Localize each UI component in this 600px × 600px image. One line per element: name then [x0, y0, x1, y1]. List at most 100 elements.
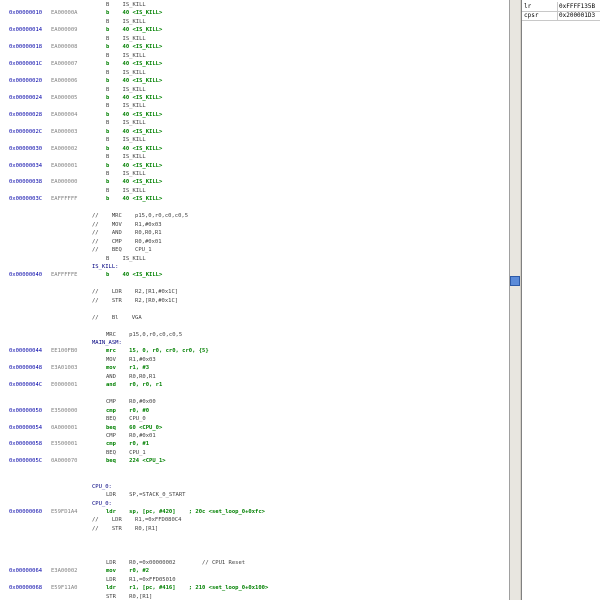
disassembly-line[interactable]: 0x00000044 EE100FB0 mrc 15, 0, r0, cr0, cr… [0, 347, 509, 356]
disassembly-view[interactable]: B IS_KILL 0x00000010 EA00000A b 40 <IS_KILL… [0, 0, 509, 600]
disassembly-line[interactable]: LDR R0,=0x00000002 // CPU1 Reset [0, 559, 509, 568]
disassembly-line[interactable]: CMP R0,#0x01 [0, 432, 509, 441]
code-text: ldr r1, [pc, #416] ; 210 <set_loop_0+0x1… [106, 585, 269, 592]
disassembly-line[interactable]: 0x0000003C EAFFFFFF b 40 <IS_KILL> [0, 195, 509, 204]
disassembly-line[interactable]: // Bl VGA [0, 314, 509, 323]
disassembly-line[interactable]: B IS_KILL [0, 35, 509, 44]
disassembly-line[interactable]: B IS_KILL [0, 119, 509, 128]
disassembly-line[interactable]: // STR R0,[R1] [0, 525, 509, 534]
line-opcode: EA000001 [51, 162, 78, 169]
line-address: 0x00000024 [9, 94, 43, 101]
register-panel: lr 0xFFFF135B cpsr 0x200001D3 [521, 0, 600, 600]
code-text: CMP R0,#0x01 [106, 432, 156, 439]
disassembly-line[interactable]: 0x00000038 EA000000 b 40 <IS_KILL> [0, 178, 509, 187]
disassembly-line[interactable]: 0x00000028 EA000004 b 40 <IS_KILL> [0, 111, 509, 120]
line-address: 0x00000048 [9, 365, 43, 372]
code-text: cmp r0, #1 [106, 441, 150, 448]
disassembly-line[interactable]: 0x00000024 EA000005 b 40 <IS_KILL> [0, 94, 509, 103]
disassembly-line[interactable]: 0x0000005C 0A000070 beq 224 <CPU_1> [0, 457, 509, 466]
disassembly-line[interactable]: LDR SP,=STACK_0_START [0, 491, 509, 500]
disassembly-line[interactable]: IS_KILL: [0, 263, 509, 272]
disassembly-line[interactable]: B IS_KILL [0, 153, 509, 162]
line-address: 0x0000002C [9, 128, 43, 135]
code-text: b 40 <IS_KILL> [106, 94, 163, 101]
disassembly-line[interactable]: B IS_KILL [0, 102, 509, 111]
disassembly-line[interactable]: 0x0000004C E0000001 and r0, r0, r1 [0, 381, 509, 390]
disassembly-line[interactable]: 0x00000010 EA00000A b 40 <IS_KILL> [0, 9, 509, 18]
disassembly-line[interactable]: 0x00000030 EA000002 b 40 <IS_KILL> [0, 145, 509, 154]
disassembly-line[interactable]: 0x00000058 E3500001 cmp r0, #1 [0, 440, 509, 449]
line-opcode: EA000005 [51, 94, 78, 101]
line-opcode: E0000001 [51, 382, 78, 389]
disassembly-line[interactable]: B IS_KILL [0, 255, 509, 264]
disassembly-line[interactable]: BEQ CPU_0 [0, 415, 509, 424]
disassembly-line[interactable]: // LDR R1,=0xFFD080C4 [0, 516, 509, 525]
code-text: B IS_KILL [106, 171, 146, 177]
line-opcode: E3500000 [51, 407, 78, 414]
disassembly-line[interactable]: AND R0,R0,R1 [0, 373, 509, 382]
line-address: 0x00000038 [9, 179, 43, 186]
line-opcode: E3A00002 [51, 568, 78, 575]
code-label: CPU_0: [92, 483, 112, 490]
disassembly-line[interactable]: 0x00000014 EA000009 b 40 <IS_KILL> [0, 26, 509, 35]
line-address: 0x00000028 [9, 111, 43, 118]
line-address: 0x00000044 [9, 348, 43, 355]
disassembly-line[interactable]: B IS_KILL [0, 86, 509, 95]
register-row: lr 0xFFFF135B [522, 2, 600, 11]
line-address: 0x00000034 [9, 162, 43, 169]
disassembly-line[interactable]: 0x00000064 E3A00002 mov r0, #2 [0, 567, 509, 576]
disassembly-line[interactable]: B IS_KILL [0, 18, 509, 27]
disassembly-line[interactable]: CMP R0,#0x00 [0, 398, 509, 407]
code-text: b 40 <IS_KILL> [106, 272, 163, 279]
disassembly-line[interactable]: 0x00000034 EA000001 b 40 <IS_KILL> [0, 162, 509, 171]
disassembly-line[interactable]: B IS_KILL [0, 69, 509, 78]
disassembly-line[interactable]: B IS_KILL [0, 1, 509, 10]
disassembly-line[interactable]: // MRC p15,0,r0,c0,c0,5 [0, 212, 509, 221]
code-text: B IS_KILL [106, 86, 146, 93]
disassembly-line[interactable]: 0x00000040 EAFFFFFE b 40 <IS_KILL> [0, 271, 509, 280]
code-text: b 40 <IS_KILL> [106, 162, 163, 169]
disassembly-line[interactable]: // LDR R2,[R1,#0x1C] [0, 288, 509, 297]
code-text: B IS_KILL [106, 154, 146, 161]
disassembly-line[interactable]: B IS_KILL [0, 170, 509, 179]
disassembly-line[interactable]: 0x00000018 EA000008 b 40 <IS_KILL> [0, 43, 509, 52]
vertical-scrollbar[interactable] [509, 0, 520, 600]
code-text: b 40 <IS_KILL> [106, 111, 163, 118]
disassembly-line[interactable]: MAIN_ASM: [0, 339, 509, 348]
disassembly-line[interactable]: 0x00000054 0A000001 beq 60 <CPU_0> [0, 424, 509, 433]
code-text: B IS_KILL [106, 120, 146, 127]
disassembly-line[interactable]: // AND R0,R0,R1 [0, 229, 509, 238]
disassembly-line[interactable]: // CMP R0,#0x01 [0, 238, 509, 247]
code-text: b 40 <IS_KILL> [106, 27, 163, 34]
line-opcode: EA00000A [51, 10, 78, 17]
disassembly-line[interactable]: 0x00000060 E59FD1A4 ldr sp, [pc, #420] ; 2… [0, 508, 509, 517]
disassembly-line[interactable]: STR R0,[R1] [0, 593, 509, 600]
disassembly-line[interactable]: B IS_KILL [0, 136, 509, 145]
disassembly-line[interactable]: B IS_KILL [0, 52, 509, 61]
code-text: b 40 <IS_KILL> [106, 44, 163, 51]
disassembly-line[interactable]: CPU_0: [0, 500, 509, 509]
disassembly-line[interactable]: MOV R1,#0x03 [0, 356, 509, 365]
disassembly-line[interactable]: 0x0000002C EA000003 b 40 <IS_KILL> [0, 128, 509, 137]
code-text: LDR SP,=STACK_0_START [106, 492, 186, 499]
disassembly-line[interactable]: MRC p15,0,r0,c0,c0,5 [0, 331, 509, 340]
code-text: // MOV R1,#0x03 [92, 221, 162, 228]
disassembly-line[interactable]: // MOV R1,#0x03 [0, 221, 509, 230]
line-address: 0x00000020 [9, 78, 43, 85]
disassembly-line[interactable]: B IS_KILL [0, 187, 509, 196]
disassembly-line[interactable]: 0x00000068 E59F11A0 ldr r1, [pc, #416] ; 2… [0, 584, 509, 593]
disassembly-line[interactable]: 0x00000050 E3500000 cmp r0, #0 [0, 407, 509, 416]
disassembly-line[interactable]: CPU_0: [0, 483, 509, 492]
disassembly-line[interactable]: 0x00000048 E3A01003 mov r1, #3 [0, 364, 509, 373]
scrollbar-thumb[interactable] [510, 276, 520, 286]
code-text: mov r0, #2 [106, 568, 150, 575]
code-label: MAIN_ASM: [92, 340, 122, 346]
disassembly-line[interactable]: // STR R2,[R0,#0x1C] [0, 297, 509, 306]
disassembly-line[interactable]: // BEQ CPU_1 [0, 246, 509, 255]
disassembly-line[interactable]: BEQ CPU_1 [0, 449, 509, 458]
code-text: BEQ CPU_1 [106, 449, 146, 456]
disassembly-line[interactable]: 0x00000020 EA000006 b 40 <IS_KILL> [0, 77, 509, 86]
disassembly-line[interactable]: LDR R1,=0xFFD05010 [0, 576, 509, 585]
disassembly-line[interactable]: 0x0000001C EA000007 b 40 <IS_KILL> [0, 60, 509, 69]
code-text: B IS_KILL [106, 103, 146, 110]
